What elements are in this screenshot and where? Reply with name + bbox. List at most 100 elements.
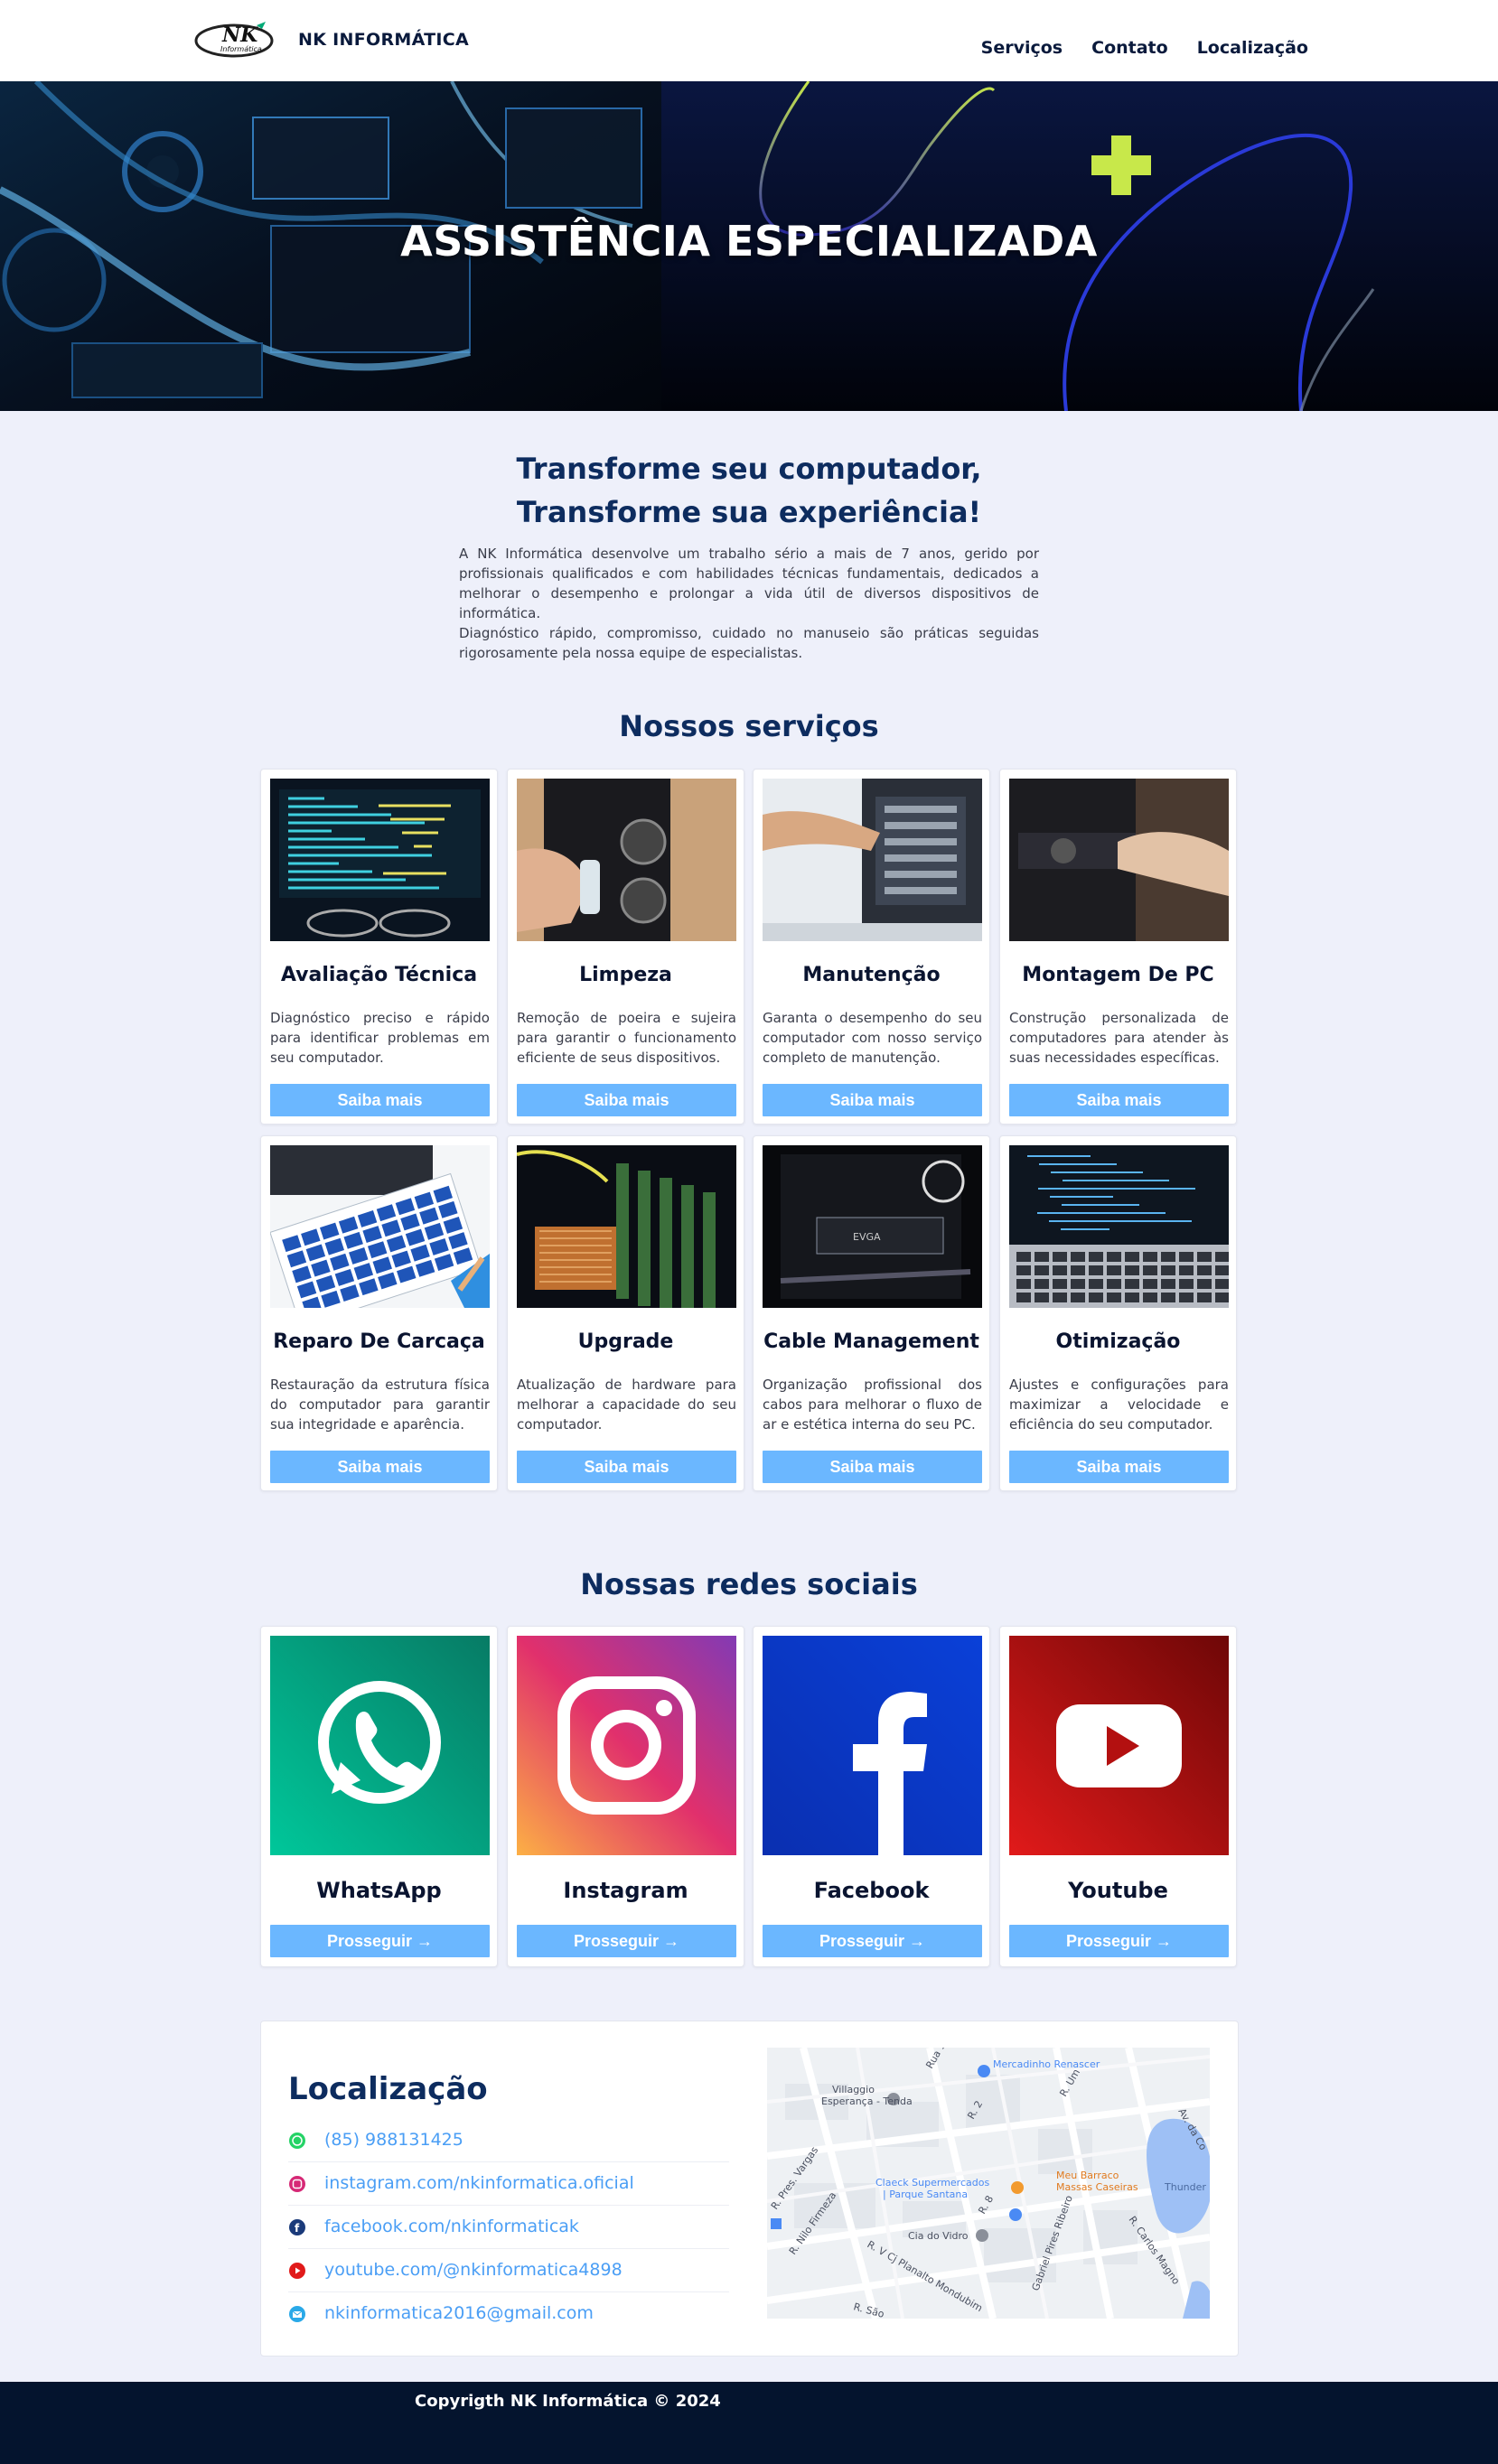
service-description: Garanta o desempenho do seu computador c… xyxy=(763,1010,982,1066)
pc-repair-photo xyxy=(763,779,982,941)
social-title: WhatsApp xyxy=(316,1878,442,1903)
service-card: Manutenção Garanta o desempenho do seu co… xyxy=(753,769,990,1125)
contact-item: youtube.com/@nkinformatica4898 xyxy=(288,2249,729,2292)
contact-link[interactable]: (85) 988131425 xyxy=(324,2130,463,2150)
motherboard-photo xyxy=(517,1145,736,1308)
svg-text:Informática: Informática xyxy=(220,45,262,53)
saiba-mais-button[interactable]: Saiba mais xyxy=(763,1084,982,1116)
intro-paragraph-1: A NK Informática desenvolve um trabalho … xyxy=(459,546,1039,621)
social-card: WhatsApp Prosseguir → xyxy=(260,1626,498,1967)
nav-contato[interactable]: Contato xyxy=(1091,38,1168,58)
intro-text: A NK Informática desenvolve um trabalho … xyxy=(459,544,1039,663)
laptop-repair-photo xyxy=(270,1145,490,1308)
social-title: Youtube xyxy=(1068,1878,1168,1903)
social-title: Instagram xyxy=(563,1878,688,1903)
pc-cleaning-photo xyxy=(517,779,736,941)
svg-text:| Parque Santana: | Parque Santana xyxy=(883,2189,968,2200)
service-card: Montagem De PC Construção personalizada d… xyxy=(999,769,1237,1125)
intro-title-line2: Transforme sua experiência! xyxy=(516,495,982,529)
service-title: Avaliação Técnica xyxy=(280,964,478,986)
copyright-text: Copyrigth NK Informática © 2024 xyxy=(415,2392,721,2411)
main-nav: Serviços Contato Localização xyxy=(981,38,1308,58)
youtube-icon xyxy=(289,2263,305,2279)
social-card: Instagram Prosseguir → xyxy=(507,1626,744,1967)
nk-logo[interactable]: NK Informática xyxy=(193,18,275,61)
prosseguir-button[interactable]: Prosseguir → xyxy=(763,1925,982,1957)
brand-name[interactable]: NK INFORMÁTICA xyxy=(298,30,469,50)
service-description: Organização profissional dos cabos para … xyxy=(763,1377,982,1433)
svg-text:EVGA: EVGA xyxy=(853,1231,881,1243)
service-title: Otimização xyxy=(1055,1330,1181,1353)
prosseguir-button[interactable]: Prosseguir → xyxy=(1009,1925,1229,1957)
nav-servicos[interactable]: Serviços xyxy=(981,38,1063,58)
svg-text:NK: NK xyxy=(221,23,258,47)
saiba-mais-button[interactable]: Saiba mais xyxy=(270,1451,490,1483)
whatsapp-icon[interactable] xyxy=(270,1636,490,1855)
code-monitor-photo xyxy=(270,779,490,941)
service-description: Atualização de hardware para melhorar a … xyxy=(517,1377,736,1433)
service-title: Limpeza xyxy=(579,964,672,986)
svg-text:Mercadinho Renascer: Mercadinho Renascer xyxy=(993,2058,1100,2070)
facebook-icon[interactable] xyxy=(763,1636,982,1855)
svg-text:Villaggio: Villaggio xyxy=(832,2084,875,2095)
gpu-install-photo xyxy=(1009,779,1229,941)
whatsapp-icon xyxy=(289,2133,305,2149)
youtube-icon[interactable] xyxy=(1009,1636,1229,1855)
instagram-icon[interactable] xyxy=(517,1636,736,1855)
saiba-mais-button[interactable]: Saiba mais xyxy=(763,1451,982,1483)
prosseguir-button[interactable]: Prosseguir → xyxy=(517,1925,736,1957)
service-title: Montagem De PC xyxy=(1022,964,1214,986)
instagram-icon xyxy=(289,2176,305,2192)
nav-localizacao[interactable]: Localização xyxy=(1197,38,1308,58)
svg-text:Esperança - Tenda: Esperança - Tenda xyxy=(821,2095,913,2107)
hero-title: ASSISTÊNCIA ESPECIALIZADA xyxy=(400,217,1098,266)
saiba-mais-button[interactable]: Saiba mais xyxy=(517,1084,736,1116)
location-map[interactable]: Mercadinho Renascer Villaggio Esperança … xyxy=(767,2048,1210,2319)
svg-text:f: f xyxy=(295,2222,300,2235)
intro-title-line1: Transforme seu computador, xyxy=(516,452,982,486)
social-title: Nossas redes sociais xyxy=(580,1567,918,1601)
contact-link[interactable]: facebook.com/nkinformaticak xyxy=(324,2217,579,2236)
social-card: Facebook Prosseguir → xyxy=(753,1626,990,1967)
intro-title: Transforme seu computador, Transforme su… xyxy=(0,447,1498,534)
service-description: Ajustes e configurações para maximizar a… xyxy=(1009,1377,1229,1433)
contact-link[interactable]: youtube.com/@nkinformatica4898 xyxy=(324,2260,623,2280)
service-card: EVGA Cable Management Organização profissi… xyxy=(753,1135,990,1491)
hero-banner: ASSISTÊNCIA ESPECIALIZADA xyxy=(0,81,1498,411)
service-description: Construção personalizada de computadores… xyxy=(1009,1010,1229,1066)
social-title: Facebook xyxy=(813,1878,930,1903)
email-icon xyxy=(289,2306,305,2322)
laptop-code-photo xyxy=(1009,1145,1229,1308)
site-footer: Copyrigth NK Informática © 2024 xyxy=(0,2382,1498,2464)
saiba-mais-button[interactable]: Saiba mais xyxy=(1009,1451,1229,1483)
prosseguir-button[interactable]: Prosseguir → xyxy=(270,1925,490,1957)
contact-item: (85) 988131425 xyxy=(288,2119,729,2162)
service-description: Restauração da estrutura física do compu… xyxy=(270,1377,490,1433)
svg-text:Meu Barraco: Meu Barraco xyxy=(1056,2170,1119,2181)
pc-interior-photo: EVGA xyxy=(763,1145,982,1308)
service-card: Reparo De Carcaça Restauração da estrutur… xyxy=(260,1135,498,1491)
service-card: Limpeza Remoção de poeira e sujeira para … xyxy=(507,769,744,1125)
site-header: NK Informática NK INFORMÁTICA Serviços C… xyxy=(0,0,1498,81)
service-description: Diagnóstico preciso e rápido para identi… xyxy=(270,1010,490,1066)
contact-link[interactable]: instagram.com/nkinformatica.oficial xyxy=(324,2173,634,2193)
service-title: Cable Management xyxy=(763,1330,979,1353)
service-card: Upgrade Atualização de hardware para melh… xyxy=(507,1135,744,1491)
saiba-mais-button[interactable]: Saiba mais xyxy=(1009,1084,1229,1116)
contact-item: nkinformatica2016@gmail.com xyxy=(288,2292,729,2336)
service-card: Avaliação Técnica Diagnóstico preciso e r… xyxy=(260,769,498,1125)
map-graphic[interactable]: Mercadinho Renascer Villaggio Esperança … xyxy=(767,2048,1210,2319)
contact-item: f facebook.com/nkinformaticak xyxy=(288,2206,729,2249)
contact-item: instagram.com/nkinformatica.oficial xyxy=(288,2162,729,2206)
service-description: Remoção de poeira e sujeira para garanti… xyxy=(517,1010,736,1066)
saiba-mais-button[interactable]: Saiba mais xyxy=(270,1084,490,1116)
svg-text:Claeck Supermercados: Claeck Supermercados xyxy=(875,2177,989,2189)
location-card: Localização (85) 988131425 instagram.com/… xyxy=(260,2021,1239,2357)
service-title: Upgrade xyxy=(577,1330,674,1353)
svg-text:Massas Caseiras: Massas Caseiras xyxy=(1056,2181,1138,2193)
service-title: Manutenção xyxy=(802,964,941,986)
services-title: Nossos serviços xyxy=(619,709,879,743)
location-title: Localização xyxy=(288,2071,488,2107)
saiba-mais-button[interactable]: Saiba mais xyxy=(517,1451,736,1483)
contact-link[interactable]: nkinformatica2016@gmail.com xyxy=(324,2303,594,2323)
